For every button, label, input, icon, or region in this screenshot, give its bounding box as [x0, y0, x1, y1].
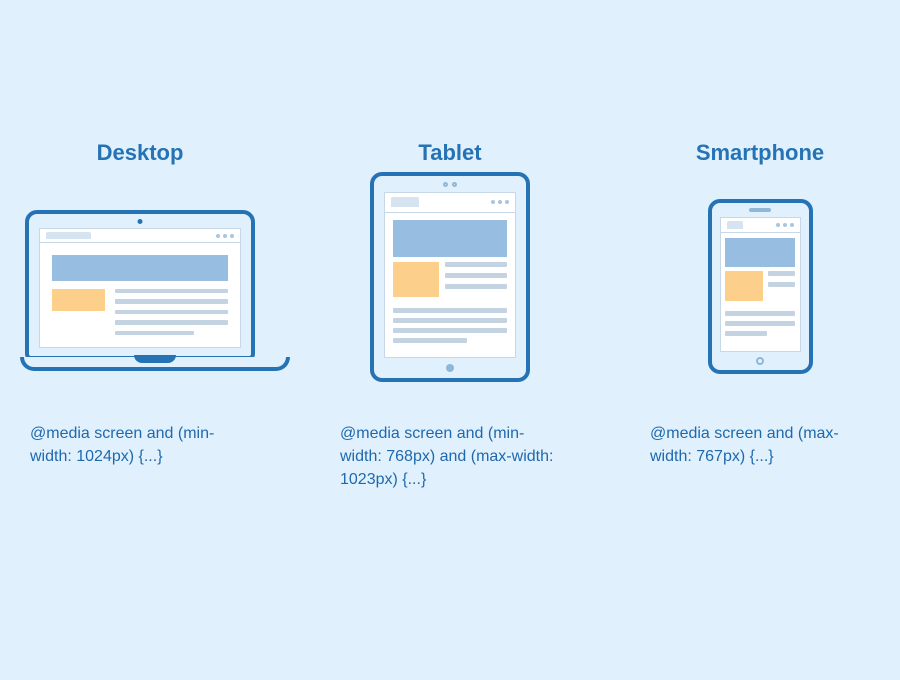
text-lines [725, 311, 795, 346]
phone-home-button-icon [756, 357, 764, 365]
text-lines [115, 289, 228, 335]
tablet-sensors-icon [443, 182, 457, 187]
browser-tabbar [385, 193, 515, 213]
window-controls-icon [216, 234, 234, 238]
desktop-column: Desktop [20, 140, 260, 468]
hero-block [393, 220, 507, 256]
smartphone-icon [708, 199, 813, 374]
content-body [385, 262, 515, 357]
text-lines [768, 271, 795, 301]
desktop-page-mock [39, 228, 241, 348]
smartphone-column: Smartphone [640, 140, 880, 468]
laptop-camera-icon [138, 219, 143, 224]
laptop-screen [25, 210, 255, 360]
responsive-breakpoints-diagram: Desktop [0, 0, 900, 680]
browser-tabbar [721, 218, 800, 234]
tablet-device-slot [370, 182, 530, 402]
content-body [721, 271, 800, 351]
browser-tab [46, 232, 91, 239]
browser-tabbar [40, 229, 240, 243]
laptop-icon [20, 210, 260, 374]
hero-block [725, 238, 795, 267]
tablet-title: Tablet [418, 140, 481, 166]
smartphone-title: Smartphone [696, 140, 824, 166]
browser-tab [727, 221, 743, 229]
smartphone-media-query-code: @media screen and (max-width: 767px) {..… [650, 422, 870, 468]
smartphone-page-mock [720, 217, 801, 352]
text-lines [393, 308, 507, 349]
desktop-device-slot [20, 182, 260, 402]
tablet-icon [370, 172, 530, 382]
text-lines [445, 262, 507, 297]
smartphone-device-slot [708, 182, 813, 402]
desktop-title: Desktop [97, 140, 184, 166]
window-controls-icon [491, 200, 509, 204]
browser-tab [391, 197, 419, 207]
laptop-base [20, 357, 290, 371]
laptop-trackpad-notch-icon [134, 355, 176, 363]
window-controls-icon [776, 223, 794, 227]
tablet-home-button-icon [446, 364, 454, 372]
desktop-media-query-code: @media screen and (min-width: 1024px) {.… [30, 422, 250, 468]
content-body [40, 289, 240, 347]
image-block [393, 262, 439, 297]
hero-block [52, 255, 228, 281]
tablet-page-mock [384, 192, 516, 358]
phone-speaker-icon [749, 208, 771, 212]
image-block [725, 271, 763, 301]
tablet-media-query-code: @media screen and (min-width: 768px) and… [340, 422, 560, 492]
image-block [52, 289, 105, 311]
tablet-column: Tablet [330, 140, 570, 492]
